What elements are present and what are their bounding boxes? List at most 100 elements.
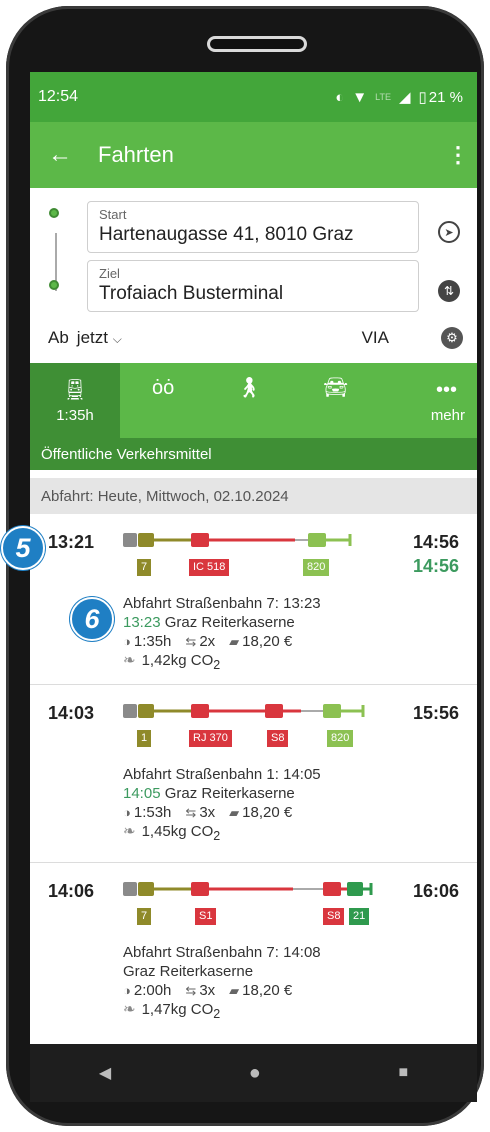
trip-co2: 1,47kg CO bbox=[141, 1001, 214, 1018]
line-badge: S8 bbox=[267, 730, 289, 747]
back-nav-icon[interactable]: ◀ bbox=[99, 1063, 111, 1083]
transfer-icon: ⇆ bbox=[185, 805, 197, 820]
gear-icon[interactable]: ⚙ bbox=[441, 327, 463, 349]
trip-details: Abfahrt Straßenbahn 7: 13:23 13:23 Graz … bbox=[123, 594, 321, 675]
line-badge: 21 bbox=[349, 908, 370, 925]
leaf-icon: ❧ bbox=[123, 1001, 136, 1018]
trip-duration: 2:00h bbox=[133, 982, 172, 999]
tab-public-transport[interactable]: 🚆︎ 1:35h bbox=[30, 363, 120, 438]
trip-departure: 14:03 bbox=[48, 703, 95, 723]
ziel-pin-icon bbox=[49, 280, 61, 294]
tab-more-label: mehr bbox=[430, 407, 465, 424]
network-label: LTE bbox=[375, 92, 391, 102]
line-badge: RJ 370 bbox=[189, 730, 232, 747]
ticket-icon: ▰ bbox=[229, 634, 240, 649]
line-badge: S8 bbox=[323, 908, 345, 925]
stop-name: Graz Reiterkaserne bbox=[123, 963, 254, 980]
more-vert-icon[interactable]: ⋮ bbox=[447, 142, 469, 168]
arrow-left-icon[interactable]: ← bbox=[48, 141, 98, 169]
screen: 12:54 ◐ ▼ LTE ◢ ▯ 21 % ← Fahrten ⋮ Start… bbox=[30, 72, 477, 1044]
start-field[interactable]: Start Hartenaugasse 41, 8010 Graz bbox=[87, 201, 419, 253]
tab-bike[interactable]: ȯȯ bbox=[120, 363, 206, 438]
stop-name: Graz Reiterkaserne bbox=[164, 785, 295, 802]
sync-icon: ◐ bbox=[335, 88, 345, 106]
trip-arrival-realtime: 14:56 bbox=[412, 556, 459, 576]
clock-icon: ◑ bbox=[123, 805, 131, 820]
line-badge: 7 bbox=[137, 559, 152, 576]
trip-departure: 14:06 bbox=[48, 881, 95, 901]
ziel-value: Trofaiach Busterminal bbox=[99, 283, 284, 304]
line-badge: IC 518 bbox=[189, 559, 230, 576]
departure-info: Abfahrt Straßenbahn 1: 14:05 bbox=[123, 766, 321, 783]
line-badge: 7 bbox=[137, 908, 152, 925]
app-bar: ← Fahrten ⋮ bbox=[30, 122, 477, 188]
ticket-icon: ▰ bbox=[229, 805, 240, 820]
departure-info: Abfahrt Straßenbahn 7: 13:23 bbox=[123, 595, 321, 612]
ziel-label: Ziel bbox=[99, 266, 120, 281]
co2-subscript: 2 bbox=[213, 1007, 221, 1021]
recents-nav-icon[interactable]: ■ bbox=[399, 1064, 409, 1082]
realtime-departure: 14:05 bbox=[123, 785, 161, 802]
trip-duration: 1:53h bbox=[133, 804, 172, 821]
trip-price: 18,20 € bbox=[242, 982, 293, 999]
route-line bbox=[123, 882, 373, 896]
trip-details: Abfahrt Straßenbahn 7: 14:08 Graz Reiter… bbox=[123, 943, 321, 1024]
via-button[interactable]: VIA bbox=[362, 328, 389, 348]
tab-car[interactable]: 🚘︎ bbox=[293, 363, 379, 438]
system-nav-bar: ◀ ● ■ bbox=[30, 1044, 477, 1102]
section-header: Öffentliche Verkehrsmittel bbox=[30, 438, 477, 470]
ziel-field[interactable]: Ziel Trofaiach Busterminal bbox=[87, 260, 419, 312]
route-line bbox=[123, 533, 352, 547]
chevron-down-icon: ⌵ bbox=[112, 332, 122, 346]
date-header: Abfahrt: Heute, Mittwoch, 02.10.2024 bbox=[30, 478, 477, 514]
trip-details: Abfahrt Straßenbahn 1: 14:05 14:05 Graz … bbox=[123, 765, 321, 846]
route-diagram: 7 IC 518 820 bbox=[123, 530, 373, 580]
trip-price: 18,20 € bbox=[242, 804, 293, 821]
page-title: Fahrten bbox=[98, 142, 174, 167]
status-time: 12:54 bbox=[38, 88, 79, 105]
home-nav-icon[interactable]: ● bbox=[249, 1062, 261, 1085]
trip-row[interactable]: 14:03 1 RJ 370 S8 820 15:56 Abfahrt Stra… bbox=[30, 685, 477, 863]
wifi-icon: ▼ bbox=[352, 88, 368, 106]
line-badge: S1 bbox=[195, 908, 217, 925]
battery-percent: 21 % bbox=[428, 88, 463, 106]
ab-label: Ab bbox=[48, 328, 69, 347]
trip-changes: 2x bbox=[199, 633, 216, 650]
stop-name: Graz Reiterkaserne bbox=[164, 614, 295, 631]
time-row: Ab jetzt ⌵ VIA ⚙ bbox=[48, 323, 463, 353]
time-value: jetzt bbox=[76, 328, 108, 347]
trip-changes: 3x bbox=[199, 804, 216, 821]
status-bar: 12:54 ◐ ▼ LTE ◢ ▯ 21 % bbox=[30, 72, 477, 122]
trip-row[interactable]: 14:06 7 S1 S8 21 16:06 Abfahrt Straßenba… bbox=[30, 863, 477, 1043]
start-label: Start bbox=[99, 207, 127, 222]
trip-duration: 1:35h bbox=[133, 633, 172, 650]
departure-info: Abfahrt Straßenbahn 7: 14:08 bbox=[123, 944, 321, 961]
tab-walk[interactable]: 🚶︎ bbox=[206, 363, 292, 438]
line-badge: 820 bbox=[327, 730, 354, 747]
speaker-grille bbox=[207, 36, 307, 52]
time-select[interactable]: jetzt ⌵ bbox=[77, 328, 122, 348]
swap-icon[interactable]: ⇅ bbox=[438, 280, 460, 302]
locate-icon[interactable]: ➤ bbox=[438, 221, 460, 243]
bike-icon: ȯȯ bbox=[152, 377, 175, 399]
realtime-departure: 13:23 bbox=[123, 614, 161, 631]
trip-changes: 3x bbox=[199, 982, 216, 999]
trip-arrival: 16:06 bbox=[412, 881, 459, 901]
callout-marker: 6 bbox=[70, 597, 114, 641]
tab-duration: 1:35h bbox=[56, 407, 94, 424]
more-icon: ••• bbox=[435, 379, 457, 401]
tab-more[interactable]: ••• mehr bbox=[379, 363, 477, 438]
car-icon: 🚘︎ bbox=[322, 377, 349, 399]
leaf-icon: ❧ bbox=[123, 652, 136, 669]
trip-arrival: 15:56 bbox=[412, 703, 459, 723]
signal-icon: ◢ bbox=[398, 89, 411, 106]
callout-marker: 5 bbox=[1, 526, 45, 570]
line-badge: 1 bbox=[137, 730, 152, 747]
train-icon: 🚆︎ bbox=[62, 379, 88, 401]
mode-tabs: 🚆︎ 1:35h ȯȯ 🚶︎ 🚘︎ ••• mehr bbox=[30, 363, 477, 438]
co2-subscript: 2 bbox=[213, 658, 221, 672]
leaf-icon: ❧ bbox=[123, 823, 136, 840]
start-value: Hartenaugasse 41, 8010 Graz bbox=[99, 224, 354, 245]
ticket-icon: ▰ bbox=[229, 983, 240, 998]
start-pin-icon bbox=[49, 208, 61, 222]
